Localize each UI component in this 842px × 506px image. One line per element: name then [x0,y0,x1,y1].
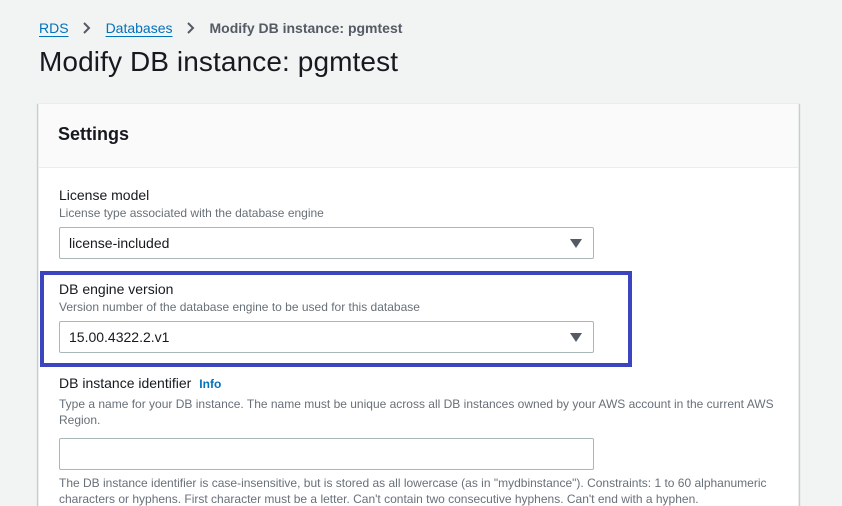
license-model-description: License type associated with the databas… [59,206,324,220]
engine-version-field: DB engine version Version number of the … [59,281,594,353]
info-link[interactable]: Info [199,377,221,391]
engine-version-label: DB engine version [59,281,174,297]
chevron-right-icon [186,22,194,34]
instance-identifier-label-row: DB instance identifier Info [59,375,789,392]
license-model-select[interactable]: license-included [59,227,594,259]
engine-version-description: Version number of the database engine to… [59,300,420,314]
settings-panel: Settings License model License type asso… [38,103,799,506]
instance-identifier-description: Type a name for your DB instance. The na… [59,397,774,427]
instance-identifier-field: DB instance identifier Info Type a name f… [59,375,789,506]
instance-identifier-input[interactable] [59,438,594,470]
breadcrumb-databases-link[interactable]: Databases [106,20,173,36]
caret-down-icon [570,333,582,342]
breadcrumb-current: Modify DB instance: pgmtest [209,20,403,36]
instance-identifier-constraint: The DB instance identifier is case-insen… [59,476,767,506]
settings-title: Settings [58,124,130,144]
settings-panel-header: Settings [39,104,798,168]
license-model-field: License model License type associated wi… [59,187,594,259]
page-title: Modify DB instance: pgmtest [39,46,399,77]
breadcrumb-rds-link[interactable]: RDS [39,20,69,36]
instance-identifier-label: DB instance identifier [59,375,192,391]
engine-version-select[interactable]: 15.00.4322.2.v1 [59,321,594,353]
caret-down-icon [570,239,582,248]
engine-version-value: 15.00.4322.2.v1 [69,329,170,345]
license-model-label: License model [59,187,150,203]
chevron-right-icon [82,22,90,34]
license-model-value: license-included [69,235,170,251]
breadcrumb: RDS Databases Modify DB instance: pgmtes… [39,19,402,37]
